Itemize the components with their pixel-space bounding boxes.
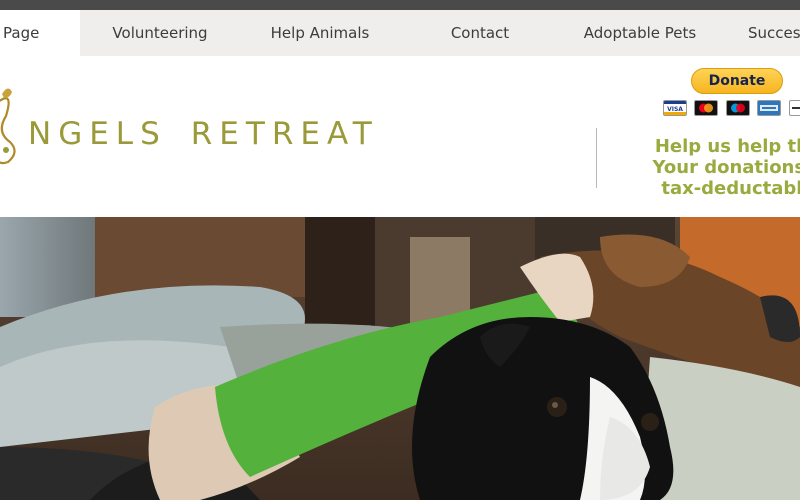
logo-word-retreat: RETREAT (190, 116, 379, 152)
appeal-line: Your donations a (652, 157, 800, 178)
nav-item-volunteering[interactable]: Volunteering (80, 10, 240, 56)
visa-card-icon: VISA (663, 100, 687, 116)
nav-item-adoptable-pets[interactable]: Adoptable Pets (560, 10, 720, 56)
maestro-card-icon (725, 100, 750, 116)
header-divider (596, 128, 597, 188)
donation-appeal: Help us help the Your donations a tax-de… (638, 136, 800, 199)
nav-item-help-animals[interactable]: Help Animals (240, 10, 400, 56)
top-bar (0, 0, 800, 10)
donate-button[interactable]: Donate (691, 68, 783, 94)
payment-cards: VISA (663, 100, 800, 116)
mastercard-icon (694, 100, 719, 116)
nav-item-contact[interactable]: Contact (400, 10, 560, 56)
nav-item-success[interactable]: Success (748, 10, 800, 56)
hero-photo (0, 217, 800, 500)
main-nav: Page Volunteering Help Animals Contact A… (0, 10, 800, 56)
hero-image (0, 217, 800, 500)
angel-logo-icon[interactable] (0, 82, 22, 168)
logo-word-angels: NGELS (28, 116, 167, 152)
appeal-line: tax-deductable (661, 178, 800, 199)
site-header: NGELS RETREAT Donate VISA Help us help th… (0, 56, 800, 217)
amex-card-icon (757, 100, 782, 116)
appeal-line: Help us help the (654, 136, 800, 157)
svg-text:VISA: VISA (667, 106, 683, 113)
site-logo-text[interactable]: NGELS RETREAT (28, 116, 379, 152)
discover-card-icon (788, 100, 800, 116)
nav-item-page[interactable]: Page (0, 10, 80, 56)
